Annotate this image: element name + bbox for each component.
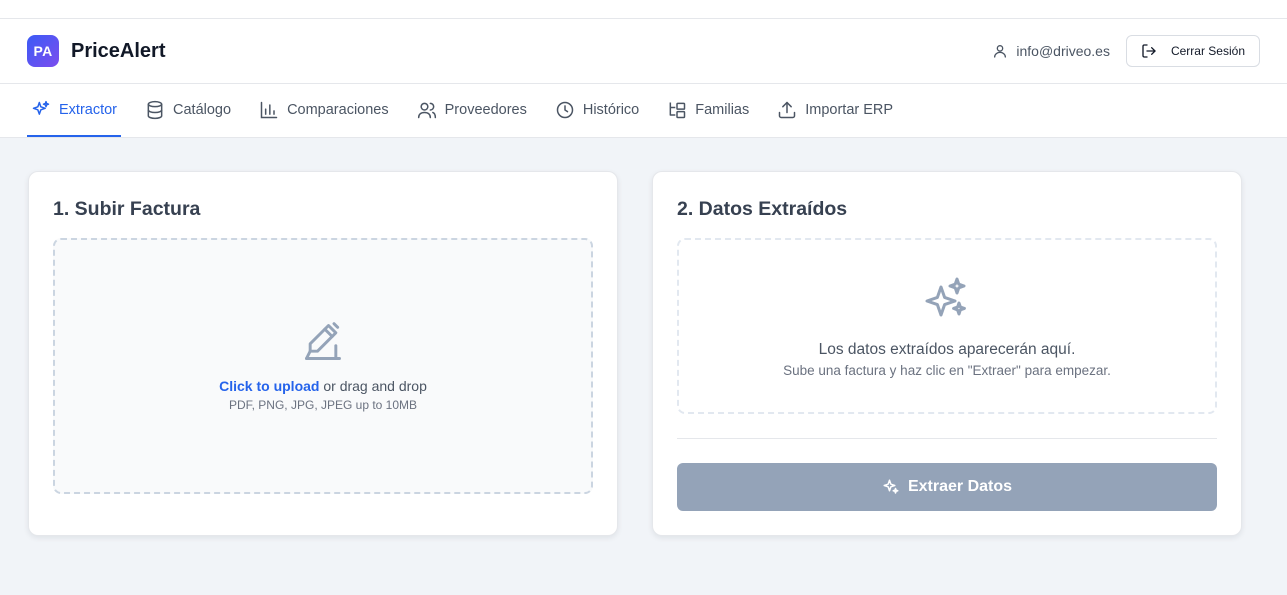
tab-label: Importar ERP (805, 101, 894, 118)
bar-chart-icon (260, 101, 278, 118)
upload-line: Click to upload or drag and drop (219, 378, 427, 394)
extracted-title: 2. Datos Extraídos (677, 198, 848, 220)
logout-button[interactable]: Cerrar Sesión (1125, 35, 1260, 67)
upload-hint: PDF, PNG, JPG, JPEG up to 10MB (228, 398, 418, 412)
user-icon (994, 45, 1007, 58)
clock-icon (556, 101, 574, 118)
upload-card: 1. Subir Factura Click to upload or drag… (28, 171, 618, 536)
upload-icon (778, 101, 796, 118)
users-icon (417, 102, 436, 118)
extracted-card: 2. Datos Extraídos Los datos extraídos a… (652, 171, 1242, 536)
upload-rest-text: or drag and drop (319, 378, 427, 394)
extracted-placeholder: Los datos extraídos aparecerán aquí. Sub… (677, 238, 1217, 414)
header-right: info@driveo.es Cerrar Sesión (992, 35, 1260, 67)
database-icon (147, 100, 163, 119)
sparkles-icon (925, 277, 966, 316)
tab-familias[interactable]: Familias (663, 84, 753, 137)
upload-link[interactable]: Click to upload (219, 378, 319, 394)
tab-catalogo[interactable]: Catálogo (141, 84, 235, 137)
file-signature-icon (305, 322, 341, 360)
folder-tree-icon (669, 102, 686, 118)
tab-label: Familias (695, 101, 750, 118)
tab-label: Comparaciones (287, 101, 389, 118)
main-nav: Extractor Catálogo Comparaciones Proveed… (0, 84, 1287, 138)
sparkles-icon (883, 479, 899, 494)
user-email: info@driveo.es (1016, 43, 1110, 59)
tab-proveedores[interactable]: Proveedores (413, 84, 531, 137)
placeholder-title: Los datos extraídos aparecerán aquí. (818, 340, 1076, 358)
upload-dropzone[interactable]: Click to upload or drag and drop PDF, PN… (53, 238, 593, 494)
top-strip (0, 0, 1287, 19)
extract-button-label: Extraer Datos (907, 478, 1013, 495)
placeholder-subtitle: Sube una factura y haz clic en "Extraer"… (783, 362, 1111, 378)
logout-icon (1142, 44, 1156, 58)
tab-label: Catálogo (173, 101, 232, 118)
user-info: info@driveo.es (992, 43, 1110, 59)
sparkles-icon (32, 100, 50, 115)
app-header: PA PriceAlert info@driveo.es Cerrar Sesi… (0, 19, 1287, 84)
tab-importar-erp[interactable]: Importar ERP (773, 84, 897, 137)
divider (677, 438, 1217, 439)
logout-label: Cerrar Sesión (1170, 44, 1245, 58)
tab-historico[interactable]: Histórico (551, 84, 643, 137)
extract-data-button[interactable]: Extraer Datos (677, 463, 1217, 511)
brand-name[interactable]: PriceAlert (71, 40, 166, 63)
tab-label: Proveedores (444, 101, 527, 118)
logo-badge[interactable]: PA (27, 35, 59, 67)
tab-label: Histórico (582, 101, 640, 118)
tab-extractor[interactable]: Extractor (27, 84, 122, 137)
upload-title: 1. Subir Factura (53, 198, 201, 220)
tab-label: Extractor (59, 101, 118, 118)
tab-comparaciones[interactable]: Comparaciones (255, 84, 393, 137)
